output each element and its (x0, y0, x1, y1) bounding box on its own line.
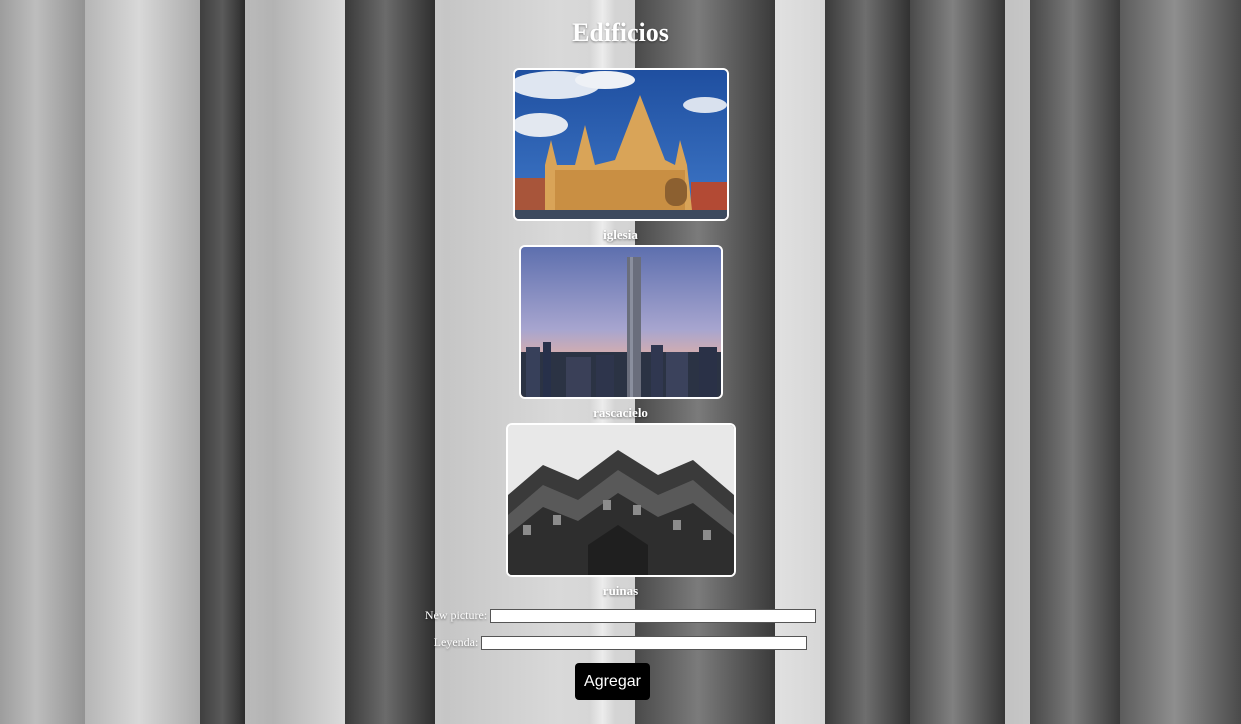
ruins-photo[interactable] (505, 423, 736, 577)
church-photo[interactable] (512, 68, 729, 221)
add-button[interactable]: Agregar (575, 663, 650, 700)
church-image (514, 70, 727, 219)
gallery-item: iglesia (0, 68, 1241, 243)
skyscraper-image (520, 247, 721, 397)
caption-label: Leyenda: (433, 635, 479, 649)
page-title: Edificios (572, 18, 669, 47)
new-picture-input[interactable] (490, 608, 817, 623)
gallery-item: rascacielo (0, 245, 1241, 421)
caption-input[interactable] (481, 635, 808, 650)
gallery-caption: iglesia (603, 227, 638, 242)
gallery-caption: ruinas (602, 583, 639, 598)
caption-row: Leyenda: (0, 635, 1241, 650)
ruins-image (507, 425, 734, 575)
gallery-item: ruinas (0, 423, 1241, 599)
new-picture-row: New picture: (0, 608, 1241, 623)
gallery-caption: rascacielo (593, 405, 648, 420)
skyscraper-photo[interactable] (518, 245, 723, 399)
new-picture-label: New picture: (424, 608, 488, 622)
